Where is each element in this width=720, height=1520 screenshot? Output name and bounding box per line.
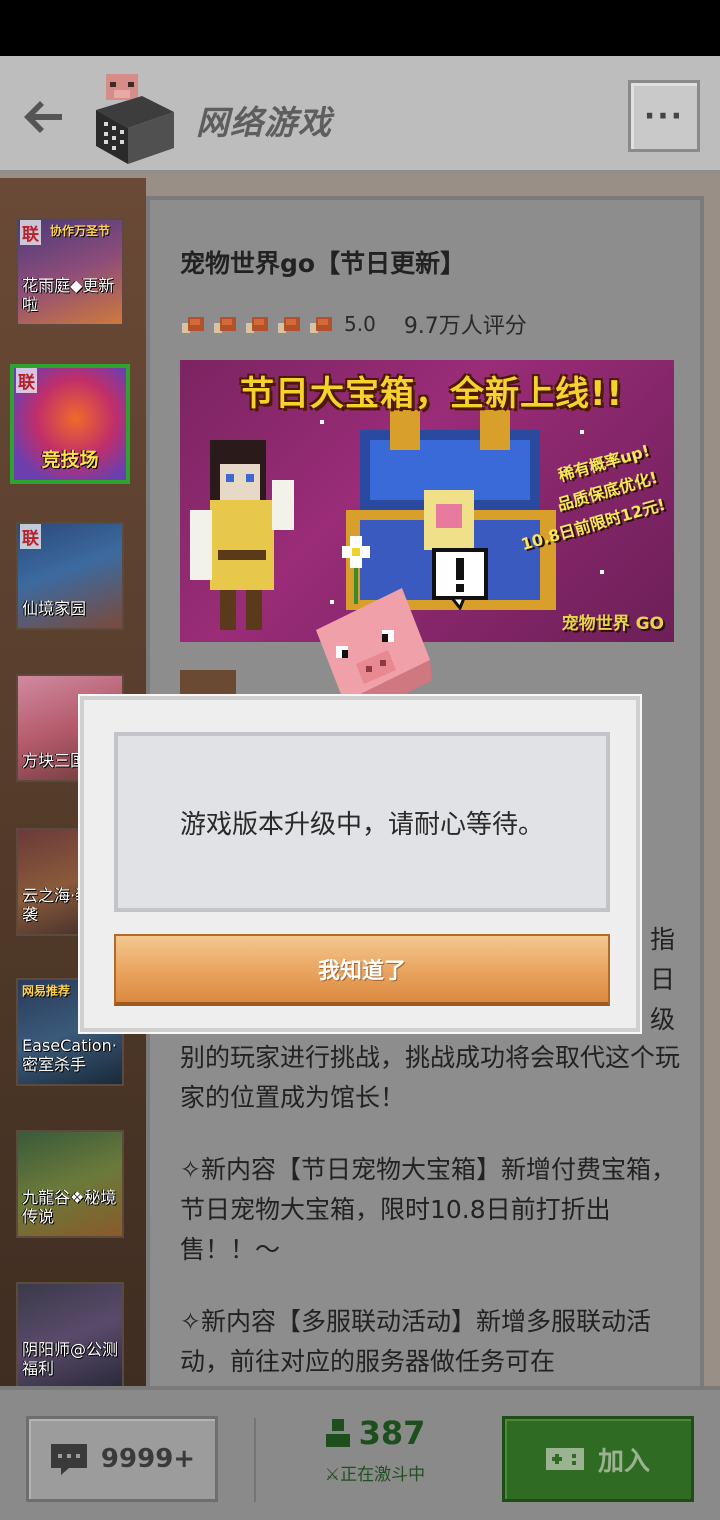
status-bar [0,0,720,56]
dialog-message-box: 游戏版本升级中，请耐心等待。 [114,732,610,912]
app-screen: 网络游戏 ··· 联 协作万圣节 花雨庭◆更新啦 联 竞技场 联 仙境家园 方块… [0,56,720,1520]
exclamation-bubble-icon [432,548,488,610]
ok-button[interactable]: 我知道了 [114,934,610,1006]
dialog-message: 游戏版本升级中，请耐心等待。 [179,809,544,840]
upgrade-notice-dialog: 游戏版本升级中，请耐心等待。 我知道了 [80,696,640,1032]
